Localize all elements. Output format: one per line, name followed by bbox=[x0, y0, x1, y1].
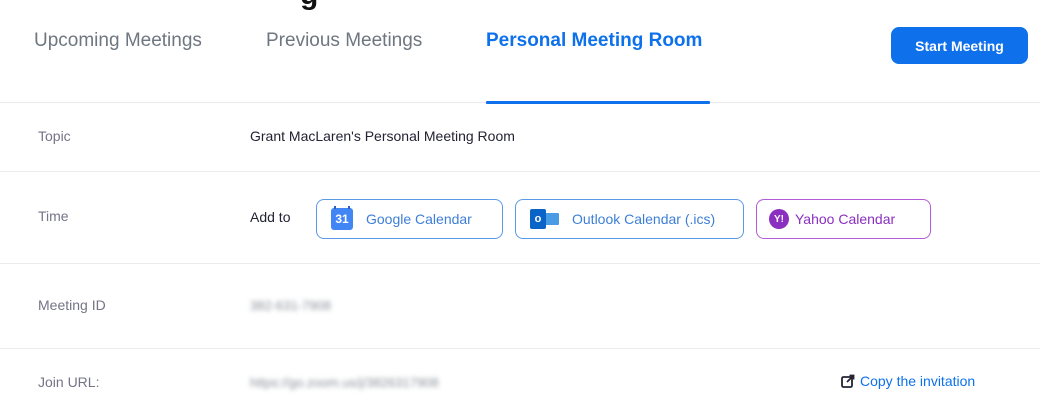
meeting-id-label: Meeting ID bbox=[38, 297, 106, 313]
join-url-row: Join URL: https://go.zoom.us/j/382631790… bbox=[0, 349, 1040, 419]
share-icon bbox=[841, 374, 855, 388]
yahoo-calendar-button[interactable]: Y! Yahoo Calendar bbox=[756, 199, 931, 239]
topic-row: Topic Grant MacLaren's Personal Meeting … bbox=[0, 104, 1040, 172]
copy-invitation-link[interactable]: Copy the invitation bbox=[841, 373, 975, 389]
topic-label: Topic bbox=[38, 128, 71, 144]
tab-previous-meetings[interactable]: Previous Meetings bbox=[266, 30, 422, 52]
join-url-label: Join URL: bbox=[38, 374, 100, 390]
meeting-id-value: 382-631-7908 bbox=[250, 298, 331, 313]
tab-personal-meeting-room[interactable]: Personal Meeting Room bbox=[486, 30, 702, 52]
topic-value: Grant MacLaren's Personal Meeting Room bbox=[250, 128, 515, 144]
google-calendar-button[interactable]: 31 Google Calendar bbox=[316, 199, 503, 239]
meeting-tabs: Upcoming Meetings Previous Meetings Pers… bbox=[0, 0, 1040, 104]
time-row: Time Add to 31 Google Calendar o Outlook… bbox=[0, 172, 1040, 264]
tab-upcoming-meetings[interactable]: Upcoming Meetings bbox=[34, 30, 202, 52]
outlook-calendar-button[interactable]: o Outlook Calendar (.ics) bbox=[515, 199, 744, 239]
google-calendar-icon: 31 bbox=[331, 206, 353, 230]
outlook-icon: o bbox=[530, 208, 560, 230]
join-url-value: https://go.zoom.us/j/3826317908 bbox=[250, 375, 439, 390]
time-label: Time bbox=[38, 208, 69, 224]
add-to-label: Add to bbox=[250, 209, 291, 225]
google-calendar-label: Google Calendar bbox=[366, 211, 472, 227]
meeting-id-row: Meeting ID 382-631-7908 bbox=[0, 264, 1040, 349]
start-meeting-button[interactable]: Start Meeting bbox=[891, 27, 1028, 64]
yahoo-icon: Y! bbox=[769, 209, 789, 229]
copy-invitation-label: Copy the invitation bbox=[860, 373, 976, 389]
yahoo-calendar-label: Yahoo Calendar bbox=[795, 211, 896, 227]
outlook-calendar-label: Outlook Calendar (.ics) bbox=[572, 211, 716, 227]
